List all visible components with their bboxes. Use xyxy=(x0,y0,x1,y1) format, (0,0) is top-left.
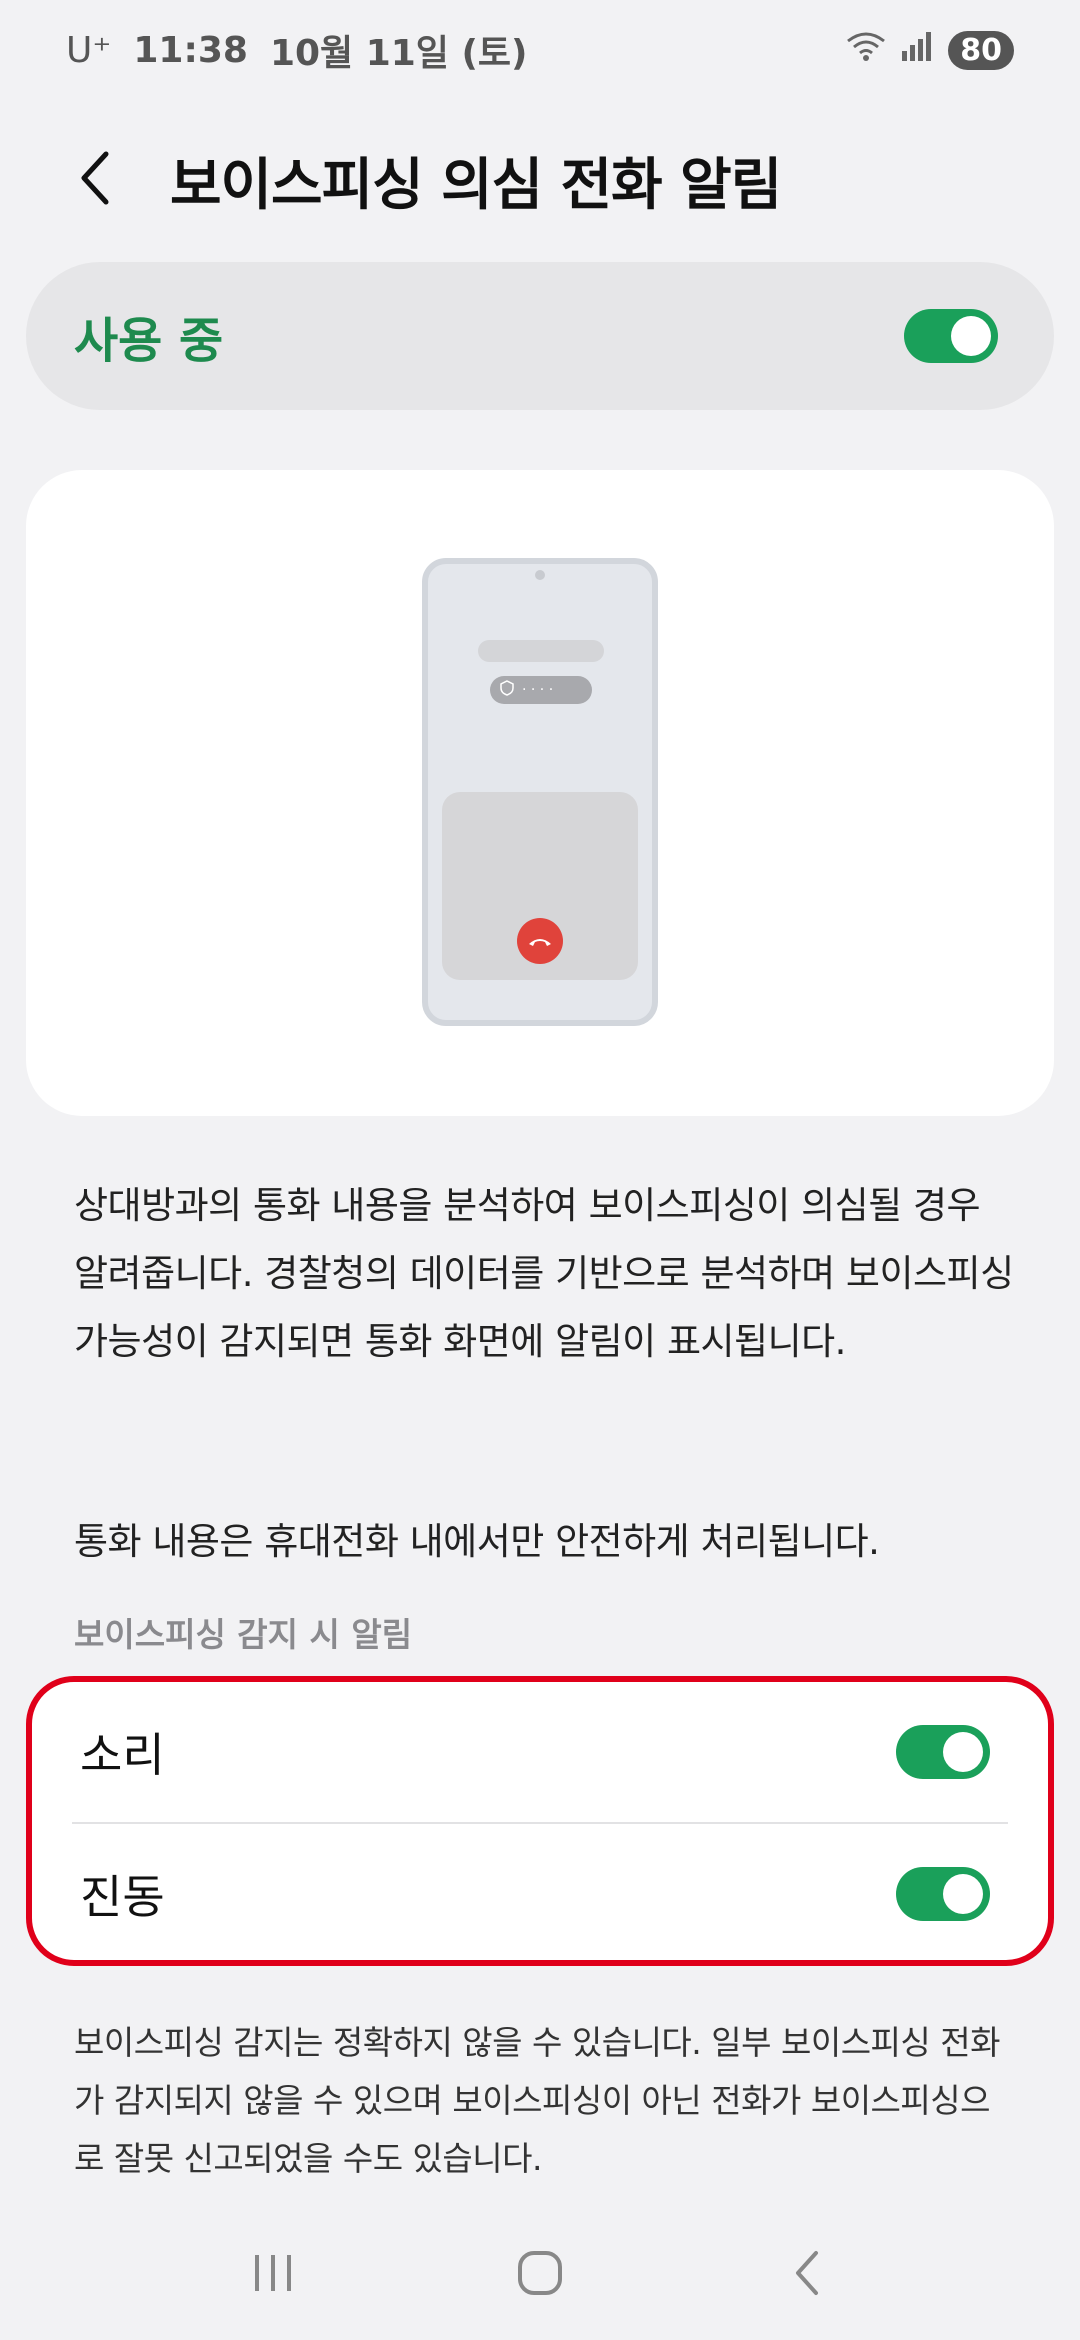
signal-icon xyxy=(900,29,934,72)
back-icon xyxy=(792,2249,822,2301)
description-paragraph-2: 통화 내용은 휴대전화 내에서만 안전하게 처리됩니다. xyxy=(74,1520,880,1563)
wifi-icon xyxy=(846,29,886,72)
master-switch-row[interactable]: 사용 중 xyxy=(26,262,1054,410)
caller-name-placeholder xyxy=(478,640,604,662)
app-header: 보이스피싱 의심 전화 알림 xyxy=(0,130,1080,230)
recents-icon xyxy=(251,2253,295,2297)
recents-button[interactable] xyxy=(223,2235,323,2315)
call-panel xyxy=(442,792,638,980)
master-toggle[interactable] xyxy=(904,309,998,363)
vibration-toggle[interactable] xyxy=(896,1867,990,1921)
home-button[interactable] xyxy=(490,2235,590,2315)
master-switch-label: 사용 중 xyxy=(74,313,224,369)
description-paragraph-1: 상대방과의 통화 내용을 분석하여 보이스피싱이 의심될 경우 알려줍니다. 경… xyxy=(74,1184,1014,1363)
camera-dot xyxy=(535,570,545,580)
status-date: 10월 11일 (토) xyxy=(269,33,528,74)
illustration-card: · · · · xyxy=(26,470,1054,1116)
alert-options-card: 소리 진동 xyxy=(26,1676,1054,1966)
status-bar: U⁺ 11:38 10월 11일 (토) 80 xyxy=(0,0,1080,100)
home-icon xyxy=(517,2250,563,2300)
sound-toggle[interactable] xyxy=(896,1725,990,1779)
vibration-option-row[interactable]: 진동 xyxy=(32,1824,1048,1964)
phone-illustration: · · · · xyxy=(422,558,658,1026)
alert-section-label: 보이스피싱 감지 시 알림 xyxy=(74,1615,413,1654)
sound-option-row[interactable]: 소리 xyxy=(32,1682,1048,1822)
back-button[interactable] xyxy=(50,135,140,225)
shield-icon xyxy=(500,680,514,700)
vibration-option-label: 진동 xyxy=(80,1870,165,1924)
system-nav-bar xyxy=(0,2220,1080,2330)
chevron-left-icon xyxy=(78,150,112,210)
sound-option-label: 소리 xyxy=(80,1728,165,1782)
alert-pill: · · · · xyxy=(490,676,592,704)
carrier-label: U⁺ xyxy=(66,29,112,71)
page-title: 보이스피싱 의심 전화 알림 xyxy=(170,152,782,218)
disclaimer-text: 보이스피싱 감지는 정확하지 않을 수 있습니다. 일부 보이스피싱 전화가 감… xyxy=(74,2023,1001,2178)
end-call-icon xyxy=(517,918,563,964)
status-time: 11:38 xyxy=(133,29,248,71)
alert-pill-text: · · · · xyxy=(522,682,554,698)
battery-indicator: 80 xyxy=(948,30,1014,70)
nav-back-button[interactable] xyxy=(757,2235,857,2315)
